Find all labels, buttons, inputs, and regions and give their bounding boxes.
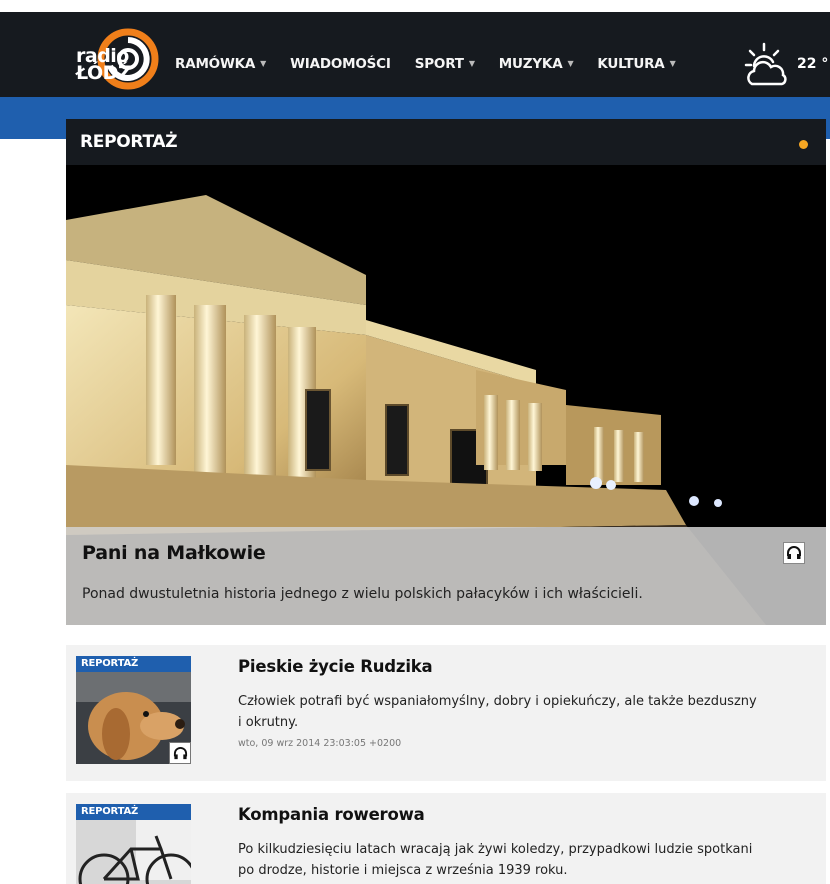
- sun-cloud-icon[interactable]: [742, 42, 792, 92]
- article-title[interactable]: Kompania rowerowa: [238, 805, 425, 824]
- caret-down-icon: ▼: [468, 58, 475, 68]
- nav-item-sport[interactable]: SPORT ▼: [415, 56, 475, 72]
- logo-text: radio ŁÓDŹ: [76, 47, 132, 84]
- status-dot: [799, 140, 808, 149]
- radio-lodz-logo[interactable]: radio ŁÓDŹ: [72, 26, 164, 90]
- article-title[interactable]: Pieskie życie Rudzika: [238, 657, 433, 676]
- caret-down-icon: ▼: [260, 58, 267, 68]
- panel-header: REPORTAŻ: [66, 119, 826, 165]
- nav-label: WIADOMOŚCI: [290, 56, 391, 72]
- list-item[interactable]: REPORTAŻ Pieskie życie Rudzika Człowiek …: [66, 645, 826, 781]
- nav-item-kultura[interactable]: KULTURA ▼: [597, 56, 675, 72]
- nav-label: RAMÓWKA: [175, 56, 256, 72]
- headphones-icon[interactable]: [169, 742, 191, 764]
- thumbnail-dog[interactable]: REPORTAŻ: [76, 656, 191, 764]
- logo-line-2: ŁÓDŹ: [76, 62, 132, 84]
- hero-feature[interactable]: Pani na Małkowie Ponad dwustuletnia hist…: [66, 165, 826, 625]
- nav-label: KULTURA: [597, 56, 665, 72]
- article-date: wto, 09 wrz 2014 23:03:05 +0200: [238, 738, 402, 749]
- caret-down-icon: ▼: [567, 58, 574, 68]
- temperature: 22 °: [797, 56, 829, 72]
- list-item[interactable]: REPORTAŻ Kompania rowerowa Po kilkudzies…: [66, 793, 826, 884]
- thumbnail-bicycle[interactable]: REPORTAŻ: [76, 804, 191, 884]
- navbar: radio ŁÓDŹ RAMÓWKA ▼ WIADOMOŚCI SPORT ▼ …: [0, 12, 830, 97]
- hero-caption: Pani na Małkowie Ponad dwustuletnia hist…: [66, 527, 826, 625]
- article-description: Po kilkudziesięciu latach wracają jak ży…: [238, 842, 753, 878]
- nav-label: SPORT: [414, 56, 464, 72]
- main-nav: RAMÓWKA ▼ WIADOMOŚCI SPORT ▼ MUZYKA ▼ KU…: [175, 56, 676, 72]
- hero-description: Ponad dwustuletnia historia jednego z wi…: [82, 586, 643, 602]
- category-badge[interactable]: REPORTAŻ: [76, 656, 191, 672]
- panel-title: REPORTAŻ: [80, 132, 178, 152]
- nav-item-ramowka[interactable]: RAMÓWKA ▼: [175, 56, 266, 72]
- nav-label: MUZYKA: [498, 56, 563, 72]
- article-description: Człowiek potrafi być wspaniałomyślny, do…: [238, 694, 757, 730]
- category-badge[interactable]: REPORTAŻ: [76, 804, 191, 820]
- nav-item-muzyka[interactable]: MUZYKA ▼: [499, 56, 574, 72]
- nav-item-wiadomosci[interactable]: WIADOMOŚCI: [290, 56, 391, 72]
- caret-down-icon: ▼: [669, 58, 676, 68]
- hero-title[interactable]: Pani na Małkowie: [82, 542, 266, 564]
- headphones-icon[interactable]: [783, 542, 805, 564]
